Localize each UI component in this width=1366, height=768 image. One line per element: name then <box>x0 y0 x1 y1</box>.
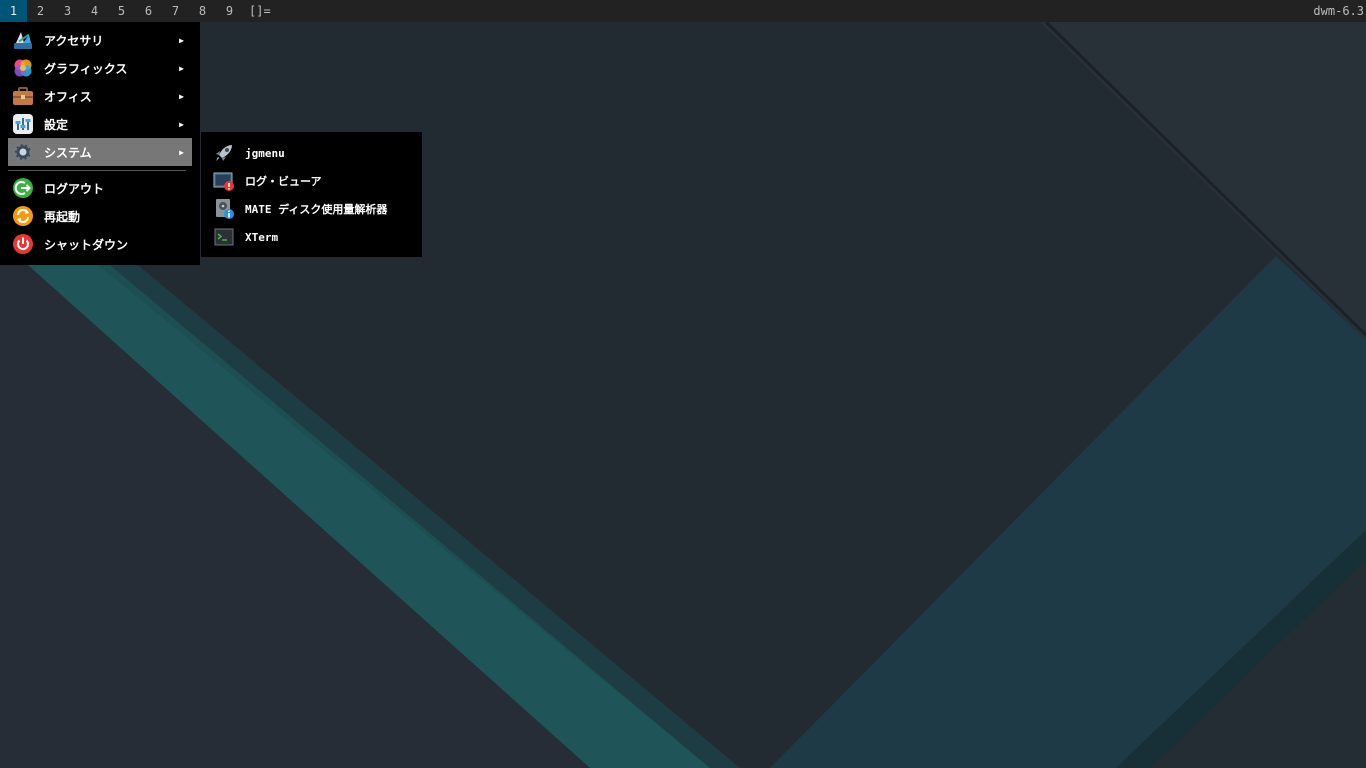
tag-3[interactable]: 3 <box>54 0 81 22</box>
submenu-item-label: ログ・ビューア <box>245 175 322 188</box>
submenu-item-label: MATE ディスク使用量解析器 <box>245 203 388 216</box>
menu-separator <box>8 170 186 171</box>
tag-1[interactable]: 1 <box>0 0 27 22</box>
submenu-item-jgmenu[interactable]: jgmenu <box>209 139 414 167</box>
power-icon <box>12 233 34 255</box>
status-bar: 1 2 3 4 5 6 7 8 9 []= dwm-6.3 <box>0 0 1366 22</box>
tag-4[interactable]: 4 <box>81 0 108 22</box>
menu-item-label: 設定 <box>44 117 69 132</box>
menu-item-label: 再起動 <box>44 209 81 224</box>
submenu-arrow-icon: ▶ <box>179 63 184 73</box>
logout-icon <box>12 177 34 199</box>
menu-item-logout[interactable]: ログアウト <box>8 174 192 202</box>
graphics-icon <box>12 57 34 79</box>
submenu-item-log-viewer[interactable]: ログ・ビューア <box>209 167 414 195</box>
menu-item-label: シャットダウン <box>44 237 129 252</box>
menu-item-settings[interactable]: 設定 ▶ <box>8 110 192 138</box>
layout-symbol[interactable]: []= <box>249 0 271 22</box>
submenu-arrow-icon: ▶ <box>179 91 184 101</box>
menu-item-reboot[interactable]: 再起動 <box>8 202 192 230</box>
main-menu: アクセサリ ▶ グラフィックス ▶ オフィス ▶ 設定 ▶ システム ▶ ログア… <box>0 22 200 265</box>
status-text: dwm-6.3 <box>1313 4 1364 18</box>
tag-7[interactable]: 7 <box>162 0 189 22</box>
tag-5[interactable]: 5 <box>108 0 135 22</box>
menu-item-label: グラフィックス <box>44 61 128 76</box>
desktop-wallpaper <box>0 0 1366 768</box>
system-submenu: jgmenu ログ・ビューア MATE ディスク使用量解析器 XTerm <box>201 132 422 257</box>
tag-8[interactable]: 8 <box>189 0 216 22</box>
menu-item-shutdown[interactable]: シャットダウン <box>8 230 192 258</box>
submenu-item-label: XTerm <box>245 230 279 244</box>
menu-item-office[interactable]: オフィス ▶ <box>8 82 192 110</box>
submenu-item-xterm[interactable]: XTerm <box>209 223 414 251</box>
disk-analyzer-icon <box>213 198 235 220</box>
reboot-icon <box>12 205 34 227</box>
submenu-arrow-icon: ▶ <box>179 147 184 157</box>
tag-6[interactable]: 6 <box>135 0 162 22</box>
submenu-arrow-icon: ▶ <box>179 119 184 129</box>
tag-2[interactable]: 2 <box>27 0 54 22</box>
accessories-icon <box>12 29 34 51</box>
menu-item-system[interactable]: システム ▶ <box>8 138 192 166</box>
menu-item-label: システム <box>44 145 92 160</box>
menu-item-accessories[interactable]: アクセサリ ▶ <box>8 26 192 54</box>
submenu-arrow-icon: ▶ <box>179 35 184 45</box>
log-viewer-icon <box>213 170 235 192</box>
menu-item-label: アクセサリ <box>44 33 104 48</box>
submenu-item-label: jgmenu <box>245 146 285 160</box>
menu-item-label: オフィス <box>44 89 92 104</box>
office-briefcase-icon <box>12 85 34 107</box>
menu-item-graphics[interactable]: グラフィックス ▶ <box>8 54 192 82</box>
rocket-icon <box>213 142 235 164</box>
terminal-icon <box>213 226 235 248</box>
system-gear-icon <box>12 141 34 163</box>
settings-icon <box>12 113 34 135</box>
submenu-item-disk-analyzer[interactable]: MATE ディスク使用量解析器 <box>209 195 414 223</box>
menu-item-label: ログアウト <box>44 181 105 196</box>
tag-9[interactable]: 9 <box>216 0 243 22</box>
